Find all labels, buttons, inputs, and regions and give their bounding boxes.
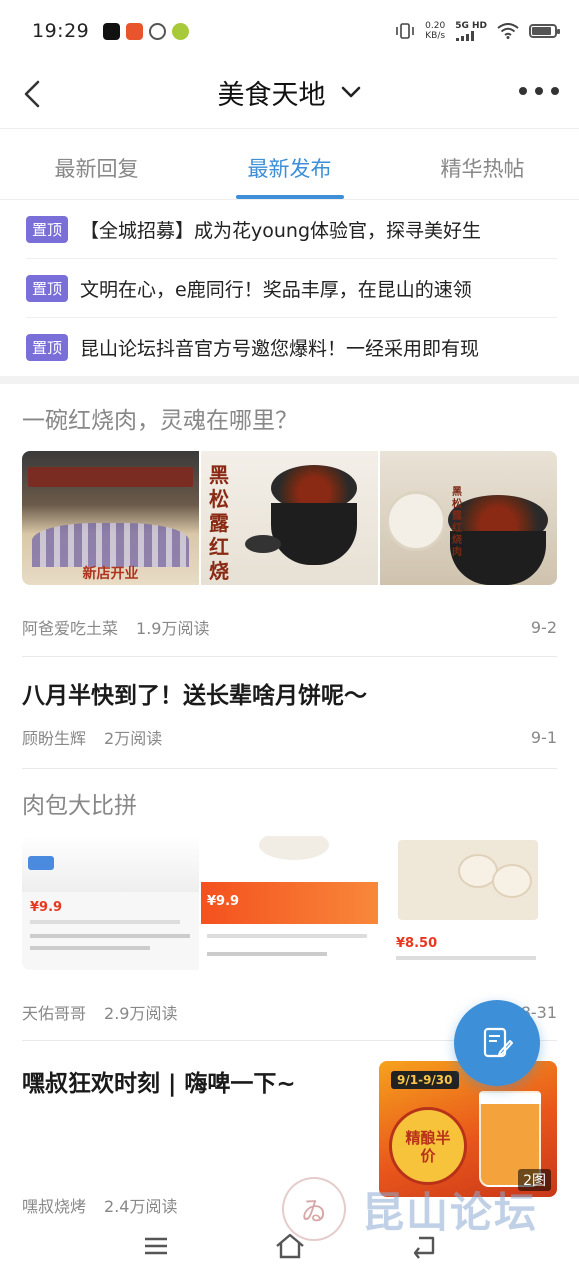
post-image-caption: 黑松露红烧肉 — [452, 487, 462, 558]
post-image-caption: ¥9.9 — [30, 900, 63, 915]
game-app-icon — [172, 22, 190, 40]
post-date: 9-1 — [530, 727, 557, 747]
post-title: 一碗红烧肉，灵魂在哪里？ — [22, 408, 298, 434]
pin-badge: 置顶 — [26, 274, 69, 302]
home-button[interactable] — [273, 1229, 307, 1263]
network-type: 5G HD — [455, 21, 487, 31]
battery-icon — [529, 24, 560, 38]
tab-latest-reply[interactable]: 最新回复 — [0, 129, 193, 199]
wifi-icon — [497, 23, 519, 39]
status-time: 19:29 — [32, 20, 90, 42]
forum-selector[interactable]: 美食天地 — [0, 72, 579, 112]
signal-icon — [456, 31, 475, 41]
post-author[interactable]: 顾盼生辉 — [22, 725, 86, 749]
status-bar: 19:29 0.20 KB/s 5G HD — [0, 0, 579, 62]
pinned-title: 昆山论坛抖音官方号邀您爆料！一经采用即有现 — [80, 338, 480, 360]
network-speed: 0.20 KB/s — [425, 21, 446, 41]
tab-featured[interactable]: 精华热帖 — [386, 129, 579, 199]
post-image: 黑松露红烧肉 — [380, 451, 557, 585]
post-thumbnail[interactable]: 9/1-9/30 精酿半价 2图 — [379, 1061, 557, 1197]
status-app-icons — [103, 22, 190, 40]
post-reads: 1.9万阅读 — [136, 619, 210, 638]
back-icon — [413, 1236, 434, 1259]
post-title: 八月半快到了！送长辈啥月饼呢～ — [22, 683, 367, 709]
post-feed: 一碗红烧肉，灵魂在哪里？ 新店开业 黑松露红烧 黑松露红烧肉 阿爸爱吃土菜 1.… — [0, 384, 579, 1221]
image-count-badge: 2图 — [518, 1169, 551, 1191]
post-image-caption: ¥8.50 — [396, 936, 438, 951]
home-icon — [275, 1233, 304, 1259]
more-dots-icon[interactable] — [519, 76, 559, 106]
post-item[interactable]: 八月半快到了！送长辈啥月饼呢～ 顾盼生辉 2万阅读 9-1 — [22, 657, 557, 769]
post-meta: 阿爸爱吃土菜 1.9万阅读 9-2 — [22, 615, 557, 639]
status-indicators: 0.20 KB/s 5G HD — [395, 21, 560, 41]
post-title: 嘿叔狂欢时刻 | 嗨啤一下~ — [22, 1071, 296, 1097]
post-item[interactable]: 肉包大比拼 ¥9.9 ¥9.9 ¥8.50 天佑哥哥 2.9万阅读 8-31 — [22, 769, 557, 1041]
shopping-app-icon — [126, 22, 144, 40]
tab-latest-post[interactable]: 最新发布 — [193, 129, 386, 199]
system-nav-bar — [0, 1212, 579, 1280]
pinned-item[interactable]: 置顶 昆山论坛抖音官方号邀您爆料！一经采用即有现 — [26, 318, 557, 377]
post-image: ¥9.9 — [201, 836, 378, 970]
header-bar: 美食天地 — [0, 62, 579, 128]
post-author[interactable]: 天佑哥哥 — [22, 1000, 86, 1024]
post-meta: 顾盼生辉 2万阅读 9-1 — [22, 725, 557, 749]
post-image-caption: 黑松露红烧 — [209, 463, 229, 583]
post-images[interactable]: ¥9.9 ¥9.9 ¥8.50 — [22, 836, 557, 970]
post-image: 新店开业 — [22, 451, 199, 585]
pinned-title: 文明在心，e鹿同行！奖品丰厚，在昆山的速领 — [80, 278, 472, 301]
post-title: 肉包大比拼 — [22, 793, 137, 819]
pin-badge: 置顶 — [26, 334, 69, 361]
post-image-caption: ¥9.9 — [207, 894, 240, 909]
post-author[interactable]: 阿爸爱吃土菜 — [22, 615, 118, 639]
pinned-list: 置顶 【全城招募】成为花young体验官，探寻美好生 置顶 文明在心，e鹿同行！… — [0, 200, 579, 377]
post-reads: 2万阅读 — [104, 729, 163, 748]
pinned-item[interactable]: 置顶 【全城招募】成为花young体验官，探寻美好生 — [26, 200, 557, 259]
menu-button[interactable] — [139, 1229, 173, 1263]
post-reads: 2.9万阅读 — [104, 1004, 178, 1023]
compose-post-button[interactable] — [454, 1000, 540, 1086]
post-item[interactable]: 一碗红烧肉，灵魂在哪里？ 新店开业 黑松露红烧 黑松露红烧肉 阿爸爱吃土菜 1.… — [22, 384, 557, 657]
post-image-caption: 精酿半价 — [405, 1129, 451, 1165]
tiktok-icon — [103, 22, 121, 40]
pinned-title: 【全城招募】成为花young体验官，探寻美好生 — [80, 219, 482, 242]
vibrate-icon — [396, 23, 414, 39]
chevron-down-icon — [341, 86, 360, 98]
post-image: ¥9.9 — [22, 836, 199, 970]
system-back-button[interactable] — [407, 1229, 441, 1263]
post-date: 9-2 — [530, 617, 557, 637]
post-image: 黑松露红烧 — [201, 451, 378, 585]
signal-group: 5G HD — [455, 21, 487, 41]
tab-bar: 最新回复 最新发布 精华热帖 — [0, 128, 579, 200]
post-images[interactable]: 新店开业 黑松露红烧 黑松露红烧肉 — [22, 451, 557, 585]
post-image-caption: 新店开业 — [82, 566, 139, 582]
section-divider — [0, 376, 579, 384]
pin-badge: 置顶 — [26, 215, 69, 243]
edit-post-icon — [483, 1027, 513, 1058]
post-image-caption: 9/1-9/30 — [391, 1071, 459, 1089]
post-image: ¥8.50 — [380, 836, 557, 970]
pinned-item[interactable]: 置顶 文明在心，e鹿同行！奖品丰厚，在昆山的速领 — [26, 259, 557, 318]
page-title: 美食天地 — [217, 79, 326, 111]
link-app-icon — [149, 22, 167, 40]
menu-icon — [144, 1237, 167, 1255]
